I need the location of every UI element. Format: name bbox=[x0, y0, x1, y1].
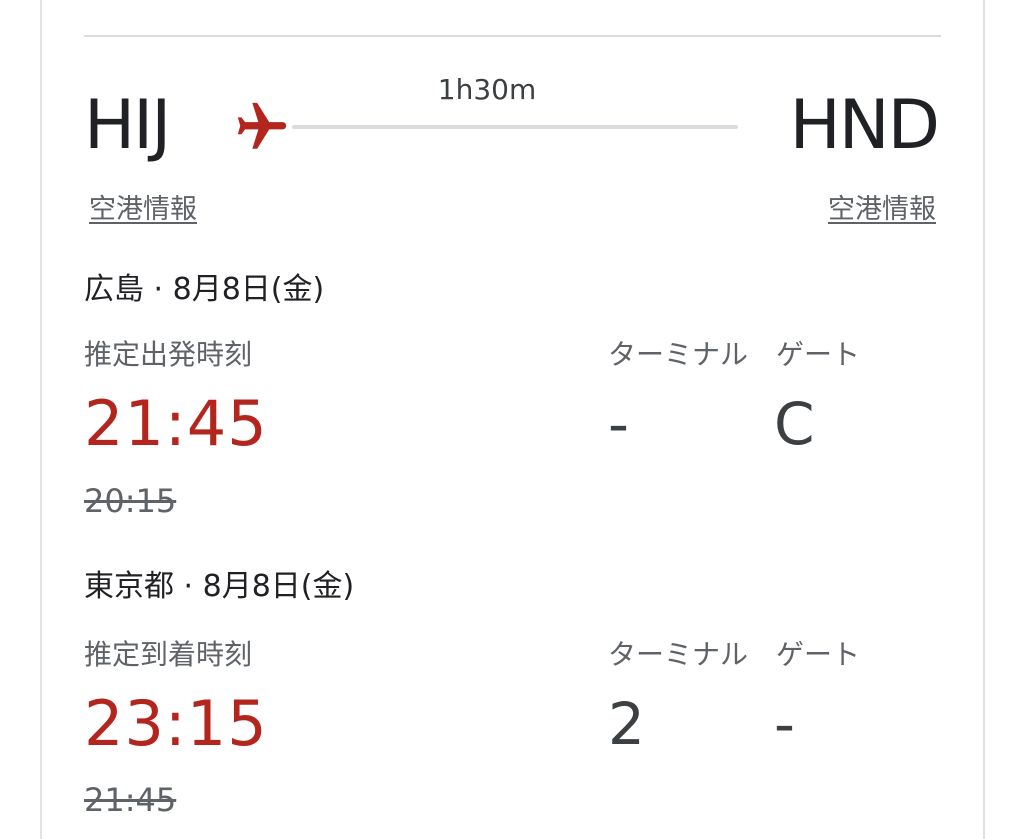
arrival-time-label: 推定到着時刻 bbox=[84, 638, 253, 671]
origin-airport-code: HIJ bbox=[84, 86, 171, 165]
departure-city-date: 広島 · 8月8日(金) bbox=[84, 272, 325, 307]
card-right-border bbox=[983, 0, 985, 839]
destination-airport-info-link[interactable]: 空港情報 bbox=[828, 192, 936, 228]
flight-duration: 1h30m bbox=[437, 73, 537, 106]
arrival-estimated-time: 23:15 bbox=[84, 687, 268, 760]
route-line bbox=[292, 125, 738, 129]
destination-airport-code: HND bbox=[789, 86, 940, 165]
arrival-scheduled-time: 21:45 bbox=[84, 781, 177, 819]
departure-terminal-value: - bbox=[608, 390, 629, 458]
departure-gate-value: C bbox=[774, 390, 815, 458]
departure-gate-label: ゲート bbox=[776, 338, 861, 371]
departure-estimated-time: 21:45 bbox=[84, 387, 268, 460]
departure-scheduled-time: 20:15 bbox=[84, 482, 177, 520]
airplane-icon bbox=[237, 102, 287, 149]
arrival-terminal-label: ターミナル bbox=[608, 638, 749, 671]
arrival-gate-label: ゲート bbox=[776, 638, 861, 671]
arrival-gate-value: - bbox=[774, 690, 795, 758]
card-left-border bbox=[40, 0, 42, 839]
departure-terminal-label: ターミナル bbox=[608, 338, 749, 371]
arrival-terminal-value: 2 bbox=[608, 690, 645, 758]
departure-time-label: 推定出発時刻 bbox=[84, 338, 253, 371]
top-divider bbox=[84, 35, 941, 37]
origin-airport-info-link[interactable]: 空港情報 bbox=[89, 192, 197, 228]
arrival-city-date: 東京都 · 8月8日(金) bbox=[84, 569, 355, 604]
